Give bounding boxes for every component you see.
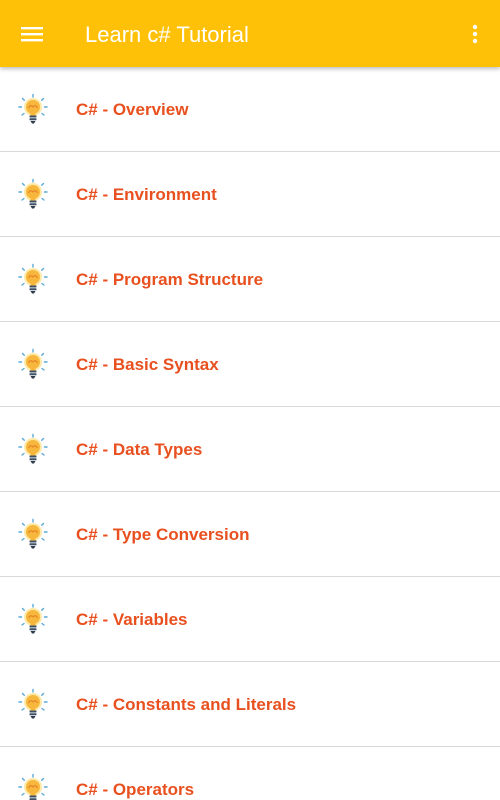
list-item[interactable]: C# - Variables <box>0 577 500 662</box>
list-item-label: C# - Type Conversion <box>76 525 250 544</box>
list-item[interactable]: C# - Operators <box>0 747 500 800</box>
list-item[interactable]: C# - Program Structure <box>0 237 500 322</box>
list-item[interactable]: C# - Overview <box>0 67 500 152</box>
lightbulb-icon <box>18 603 48 635</box>
list-item[interactable]: C# - Data Types <box>0 407 500 492</box>
hamburger-menu-icon <box>21 27 43 42</box>
list-item-label: C# - Constants and Literals <box>76 695 297 714</box>
app-bar: Learn c# Tutorial <box>0 0 500 67</box>
list-item-label: C# - Program Structure <box>76 270 264 289</box>
lightbulb-icon <box>18 773 48 800</box>
list-item-label: C# - Basic Syntax <box>76 355 219 374</box>
more-options-button[interactable] <box>460 12 490 56</box>
list-item[interactable]: C# - Type Conversion <box>0 492 500 577</box>
lightbulb-icon <box>18 688 48 720</box>
lightbulb-icon <box>18 93 48 125</box>
list-item-label: C# - Variables <box>76 610 188 629</box>
lightbulb-icon <box>18 433 48 465</box>
tutorial-list: C# - Overview C# - Environment C# - Prog… <box>0 67 500 800</box>
list-item-label: C# - Overview <box>76 100 189 119</box>
lightbulb-icon <box>18 263 48 295</box>
list-item-label: C# - Data Types <box>76 440 203 459</box>
app-title: Learn c# Tutorial <box>85 22 249 47</box>
menu-button[interactable] <box>10 12 54 56</box>
list-item[interactable]: C# - Constants and Literals <box>0 662 500 747</box>
list-item-label: C# - Operators <box>76 780 195 799</box>
more-vert-icon <box>472 24 478 44</box>
lightbulb-icon <box>18 348 48 380</box>
list-item-label: C# - Environment <box>76 185 217 204</box>
list-item[interactable]: C# - Basic Syntax <box>0 322 500 407</box>
lightbulb-icon <box>18 518 48 550</box>
lightbulb-icon <box>18 178 48 210</box>
list-item[interactable]: C# - Environment <box>0 152 500 237</box>
